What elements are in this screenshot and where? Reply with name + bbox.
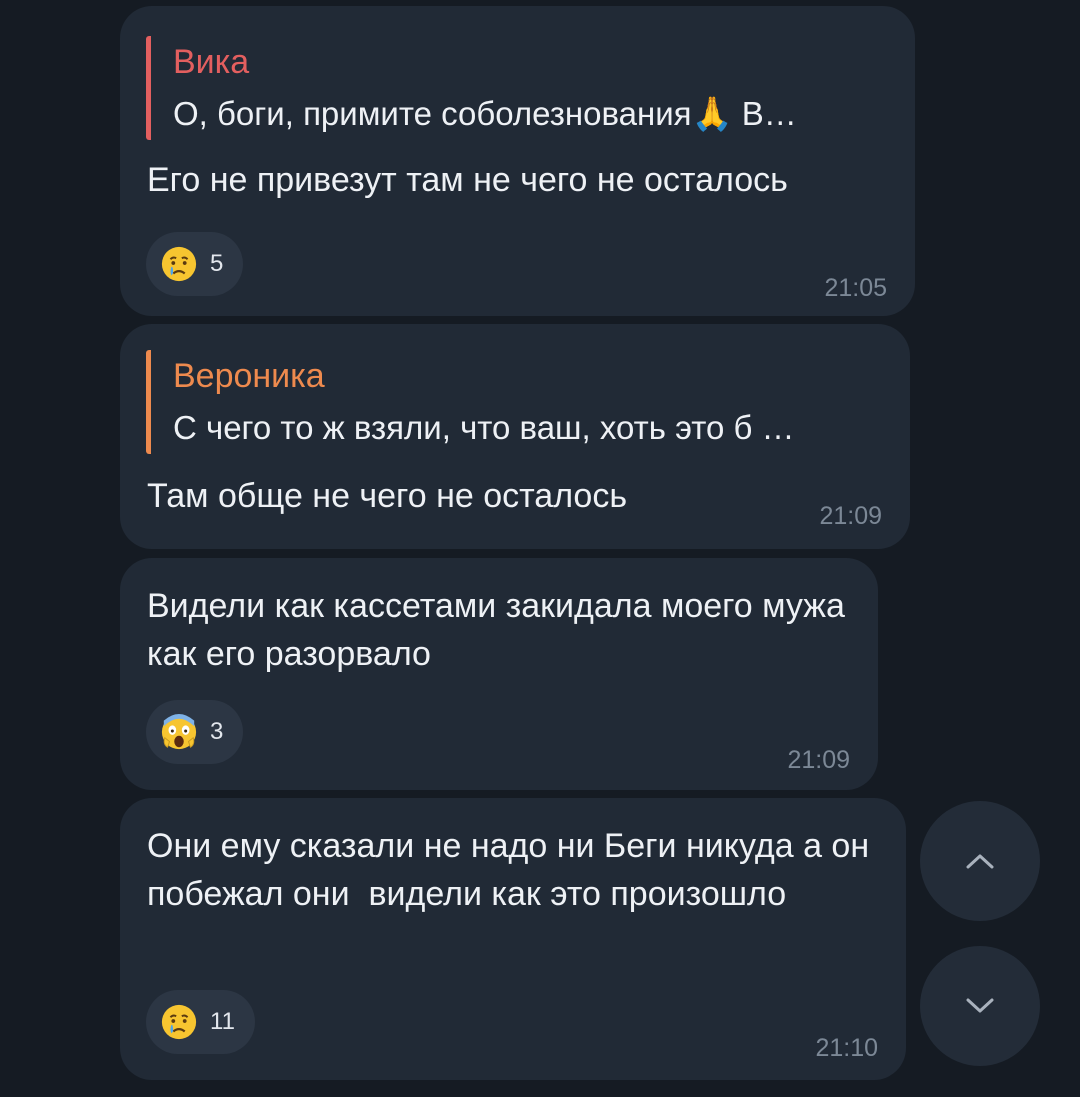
crying-face-icon [161, 246, 197, 282]
message-text: Там обще не чего не осталось [147, 477, 628, 515]
message-text: Они ему сказали не надо ни Беги никуда а… [147, 827, 879, 913]
reply-text: С чего то ж взяли, что ваш, хоть это б … [173, 409, 795, 446]
chevron-up-icon [966, 854, 994, 869]
reaction-chip[interactable]: 11 [146, 990, 255, 1054]
reply-author: Вика [173, 43, 250, 81]
message-time: 21:05 [824, 274, 887, 302]
message-text: Видели как кассетами закидала моего мужа… [147, 587, 855, 673]
message-time: 21:09 [819, 502, 882, 530]
scroll-up-button[interactable] [920, 801, 1040, 921]
reaction-count: 3 [210, 718, 224, 745]
message-bubble[interactable]: Они ему сказали не надо ни Беги никуда а… [120, 798, 906, 1080]
screaming-face-icon [161, 713, 197, 750]
chevron-down-icon [966, 998, 994, 1013]
message-bubble[interactable]: Видели как кассетами закидала моего мужа… [120, 558, 878, 790]
crying-face-icon [161, 1004, 197, 1040]
message-time: 21:09 [787, 746, 850, 774]
reply-text: О, боги, примите соболезнования🙏 В… [173, 95, 797, 132]
scroll-down-button[interactable] [920, 946, 1040, 1066]
reaction-count: 11 [210, 1008, 235, 1035]
message-bubble[interactable]: Вика О, боги, примите соболезнования🙏 В…… [120, 6, 915, 316]
message-text: Его не привезут там не чего не осталось [147, 161, 788, 199]
reply-quote[interactable]: Вика О, боги, примите соболезнования🙏 В… [146, 36, 797, 140]
message-bubble[interactable]: Вероника С чего то ж взяли, что ваш, хот… [120, 324, 910, 549]
reaction-chip[interactable]: 3 [146, 700, 244, 764]
chat-history: Вика О, боги, примите соболезнования🙏 В…… [0, 0, 1080, 1097]
reply-author: Вероника [173, 357, 325, 395]
reply-quote[interactable]: Вероника С чего то ж взяли, что ваш, хот… [146, 350, 795, 454]
reaction-chip[interactable]: 5 [146, 232, 244, 296]
reaction-count: 5 [210, 250, 224, 277]
message-time: 21:10 [815, 1034, 878, 1062]
